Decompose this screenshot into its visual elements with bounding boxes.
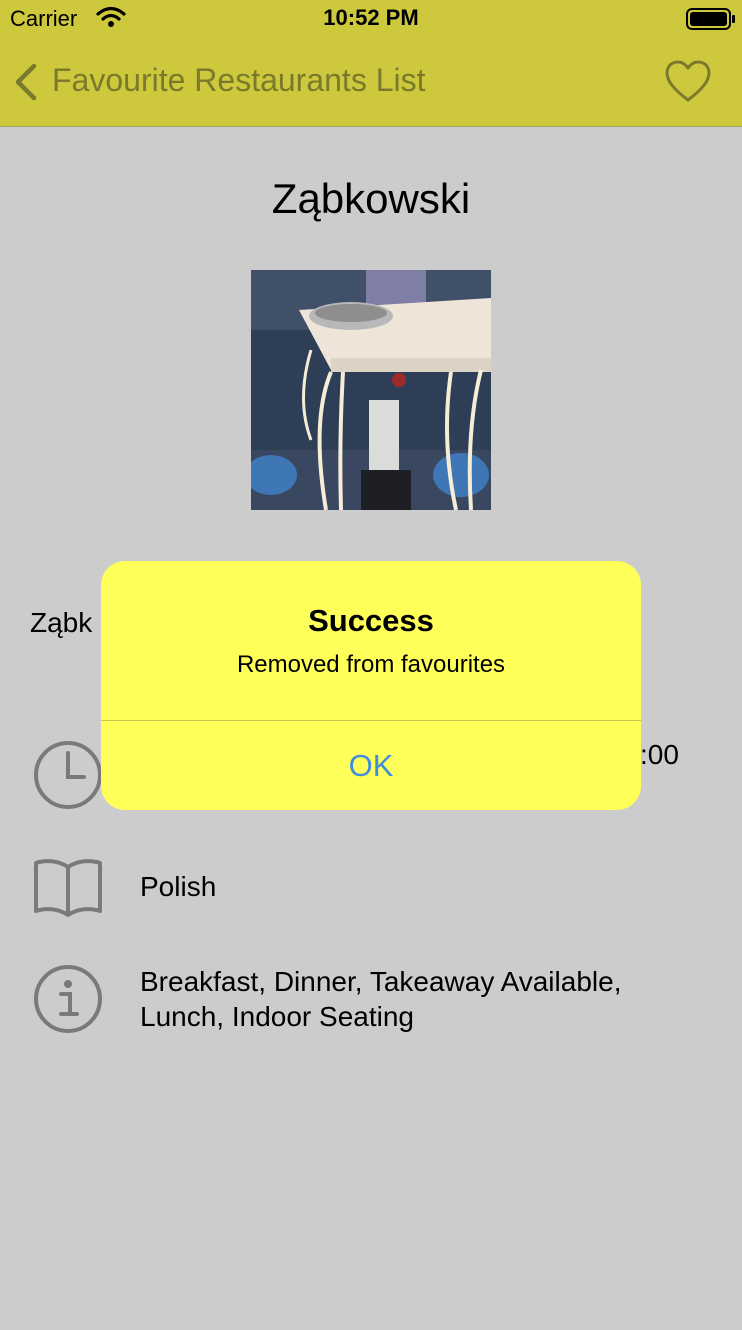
success-alert: Success Removed from favourites OK (101, 561, 641, 810)
alert-ok-button[interactable]: OK (101, 721, 641, 810)
alert-title: Success (308, 603, 434, 638)
alert-message: Removed from favourites (236, 651, 506, 678)
